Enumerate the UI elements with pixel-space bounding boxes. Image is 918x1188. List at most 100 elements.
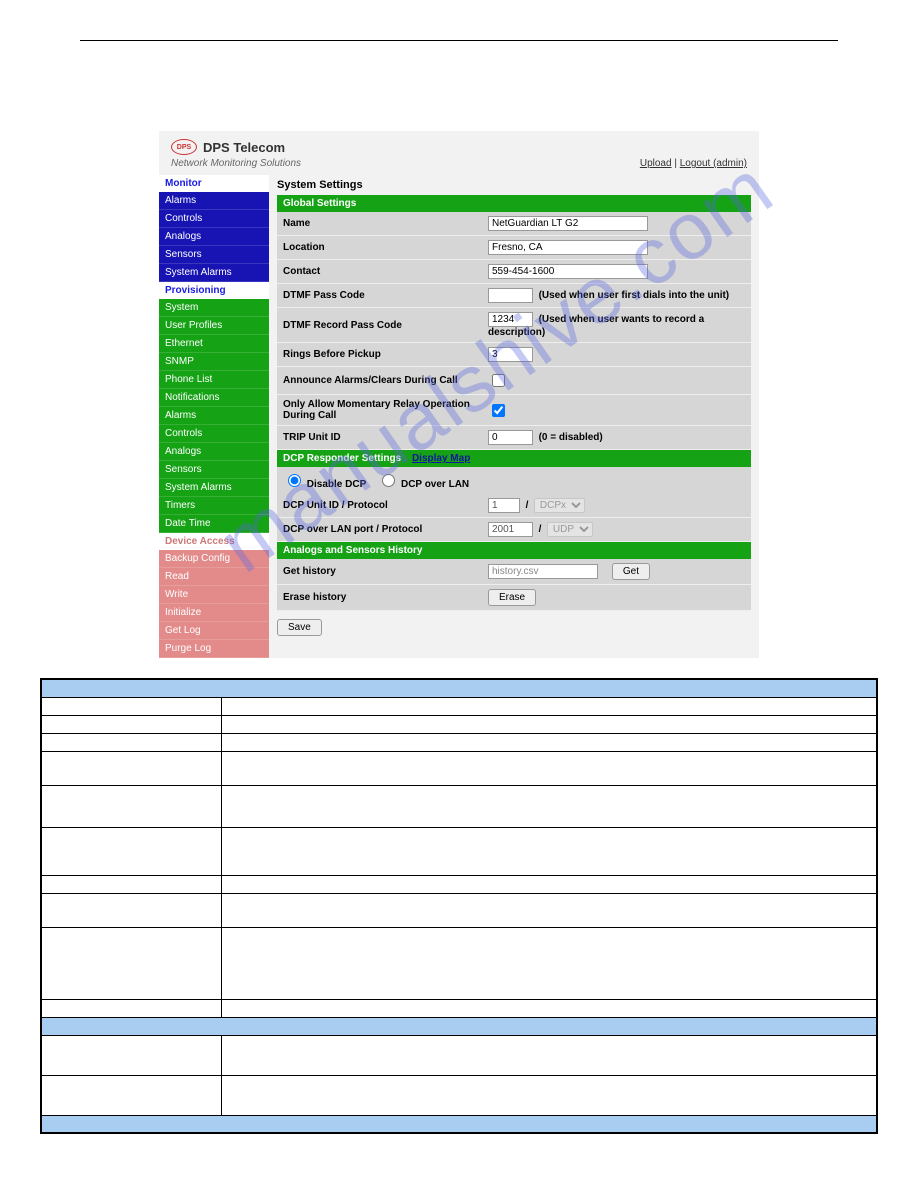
table-cell bbox=[221, 927, 877, 999]
sidebar-item-snmp[interactable]: SNMP bbox=[159, 353, 269, 371]
sidebar-heading-provisioning: Provisioning bbox=[159, 282, 269, 299]
sidebar-heading-monitor: Monitor bbox=[159, 175, 269, 192]
trip-input[interactable] bbox=[488, 430, 533, 445]
display-map-link[interactable]: Display Map bbox=[412, 453, 470, 464]
sidebar-item-sensors-prov[interactable]: Sensors bbox=[159, 461, 269, 479]
tagline: Network Monitoring Solutions bbox=[171, 158, 301, 169]
sidebar-item-ethernet[interactable]: Ethernet bbox=[159, 335, 269, 353]
sidebar-item-notifications[interactable]: Notifications bbox=[159, 389, 269, 407]
location-input[interactable] bbox=[488, 240, 648, 255]
table-header-2 bbox=[41, 1017, 877, 1035]
erase-button[interactable]: Erase bbox=[488, 589, 536, 606]
history-file-input[interactable] bbox=[488, 564, 598, 579]
sidebar-item-purge-log[interactable]: Purge Log bbox=[159, 640, 269, 658]
description-table bbox=[40, 678, 878, 1134]
logout-link[interactable]: Logout (admin) bbox=[680, 158, 747, 169]
get-button[interactable]: Get bbox=[612, 563, 650, 580]
table-cell bbox=[41, 1035, 221, 1075]
name-label: Name bbox=[277, 212, 482, 236]
sidebar-item-timers[interactable]: Timers bbox=[159, 497, 269, 515]
dps-logo-icon: DPS bbox=[171, 139, 197, 155]
sidebar-item-datetime[interactable]: Date Time bbox=[159, 515, 269, 533]
sidebar-item-system[interactable]: System bbox=[159, 299, 269, 317]
table-cell bbox=[221, 875, 877, 893]
sidebar: Monitor Alarms Controls Analogs Sensors … bbox=[159, 175, 269, 658]
table-cell bbox=[221, 785, 877, 827]
table-cell bbox=[41, 893, 221, 927]
table-cell bbox=[41, 715, 221, 733]
save-button[interactable]: Save bbox=[277, 619, 322, 636]
section-history: Analogs and Sensors History bbox=[277, 542, 751, 559]
table-cell bbox=[221, 827, 877, 875]
sidebar-item-system-alarms[interactable]: System Alarms bbox=[159, 264, 269, 282]
dcp-port-input[interactable] bbox=[488, 522, 533, 537]
table-cell bbox=[221, 733, 877, 751]
sidebar-item-analogs[interactable]: Analogs bbox=[159, 228, 269, 246]
get-history-label: Get history bbox=[277, 559, 482, 585]
name-input[interactable] bbox=[488, 216, 648, 231]
table-header-3 bbox=[41, 1115, 877, 1133]
dcp-unit-input[interactable] bbox=[488, 498, 520, 513]
rings-input[interactable] bbox=[488, 347, 533, 362]
disable-dcp-option[interactable]: Disable DCP bbox=[283, 479, 366, 490]
trip-hint: (0 = disabled) bbox=[539, 432, 603, 443]
page-title: System Settings bbox=[277, 179, 751, 191]
sidebar-item-sysalarms-prov[interactable]: System Alarms bbox=[159, 479, 269, 497]
sidebar-item-sensors[interactable]: Sensors bbox=[159, 246, 269, 264]
sidebar-item-controls[interactable]: Controls bbox=[159, 210, 269, 228]
dcp-port-label: DCP over LAN port / Protocol bbox=[277, 518, 482, 542]
sidebar-item-write[interactable]: Write bbox=[159, 586, 269, 604]
sidebar-item-analogs-prov[interactable]: Analogs bbox=[159, 443, 269, 461]
dtmf-pass-input[interactable] bbox=[488, 288, 533, 303]
trip-label: TRIP Unit ID bbox=[277, 426, 482, 450]
dcp-unit-label: DCP Unit ID / Protocol bbox=[277, 494, 482, 518]
main-content: System Settings Global Settings Name Loc… bbox=[269, 175, 759, 658]
dtmf-rec-label: DTMF Record Pass Code bbox=[277, 308, 482, 343]
dcp-port-protocol-select[interactable]: UDP bbox=[547, 522, 593, 537]
sidebar-item-alarms[interactable]: Alarms bbox=[159, 192, 269, 210]
table-cell bbox=[221, 1075, 877, 1115]
dtmf-pass-hint: (Used when user first dials into the uni… bbox=[539, 290, 730, 301]
sidebar-heading-device-access: Device Access bbox=[159, 533, 269, 550]
table-cell bbox=[41, 875, 221, 893]
table-cell bbox=[41, 827, 221, 875]
dcp-over-lan-option[interactable]: DCP over LAN bbox=[377, 479, 469, 490]
contact-input[interactable] bbox=[488, 264, 648, 279]
announce-checkbox[interactable] bbox=[492, 374, 505, 387]
dtmf-rec-input[interactable] bbox=[488, 312, 533, 327]
table-cell bbox=[41, 927, 221, 999]
app-window: DPS DPS Telecom Network Monitoring Solut… bbox=[159, 131, 759, 658]
sidebar-item-alarms-prov[interactable]: Alarms bbox=[159, 407, 269, 425]
brand-name: DPS Telecom bbox=[203, 140, 285, 155]
dcp-protocol-select[interactable]: DCPx bbox=[534, 498, 585, 513]
location-label: Location bbox=[277, 236, 482, 260]
table-cell bbox=[221, 999, 877, 1017]
table-cell bbox=[221, 697, 877, 715]
sidebar-item-user-profiles[interactable]: User Profiles bbox=[159, 317, 269, 335]
sidebar-item-get-log[interactable]: Get Log bbox=[159, 622, 269, 640]
sidebar-item-backup-config[interactable]: Backup Config bbox=[159, 550, 269, 568]
table-cell bbox=[41, 785, 221, 827]
table-cell bbox=[41, 733, 221, 751]
table-cell bbox=[41, 751, 221, 785]
erase-history-label: Erase history bbox=[277, 585, 482, 611]
relay-checkbox[interactable] bbox=[492, 404, 505, 417]
table-header-1 bbox=[41, 679, 877, 697]
table-cell bbox=[221, 751, 877, 785]
upload-link[interactable]: Upload bbox=[640, 158, 672, 169]
rings-label: Rings Before Pickup bbox=[277, 343, 482, 367]
table-cell bbox=[41, 1075, 221, 1115]
section-global-settings: Global Settings bbox=[277, 195, 751, 212]
relay-label: Only Allow Momentary Relay Operation Dur… bbox=[277, 395, 482, 426]
table-cell bbox=[41, 999, 221, 1017]
section-dcp-responder: DCP Responder Settings Display Map bbox=[277, 450, 751, 467]
table-cell bbox=[41, 697, 221, 715]
table-cell bbox=[221, 893, 877, 927]
sidebar-item-read[interactable]: Read bbox=[159, 568, 269, 586]
sidebar-item-initialize[interactable]: Initialize bbox=[159, 604, 269, 622]
table-cell bbox=[221, 1035, 877, 1075]
contact-label: Contact bbox=[277, 260, 482, 284]
sidebar-item-controls-prov[interactable]: Controls bbox=[159, 425, 269, 443]
sidebar-item-phone-list[interactable]: Phone List bbox=[159, 371, 269, 389]
dtmf-pass-label: DTMF Pass Code bbox=[277, 284, 482, 308]
